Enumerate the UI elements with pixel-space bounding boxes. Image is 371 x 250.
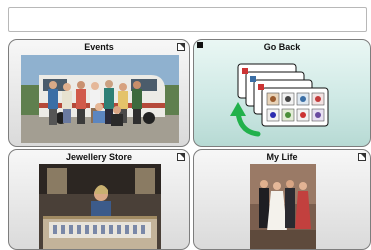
folder-icon bbox=[358, 153, 366, 161]
tile-my-life[interactable]: My Life bbox=[193, 149, 371, 250]
tile-label-events: Events bbox=[84, 42, 114, 52]
tile-events[interactable]: Events bbox=[8, 39, 190, 147]
message-bar[interactable] bbox=[8, 7, 367, 32]
tile-go-back[interactable]: Go Back bbox=[193, 39, 371, 147]
folder-icon bbox=[177, 43, 185, 51]
tile-jewellery-store[interactable]: Jewellery Store bbox=[8, 149, 190, 250]
folder-icon bbox=[177, 153, 185, 161]
tile-label-go-back: Go Back bbox=[263, 42, 301, 52]
jewellery-store-photo bbox=[39, 164, 161, 249]
back-arrow-grid-icon bbox=[230, 60, 338, 140]
my-life-photo bbox=[250, 164, 316, 249]
tile-label-my-life: My Life bbox=[266, 152, 298, 162]
tile-label-jewellery-store: Jewellery Store bbox=[65, 152, 133, 162]
events-photo bbox=[21, 55, 179, 143]
